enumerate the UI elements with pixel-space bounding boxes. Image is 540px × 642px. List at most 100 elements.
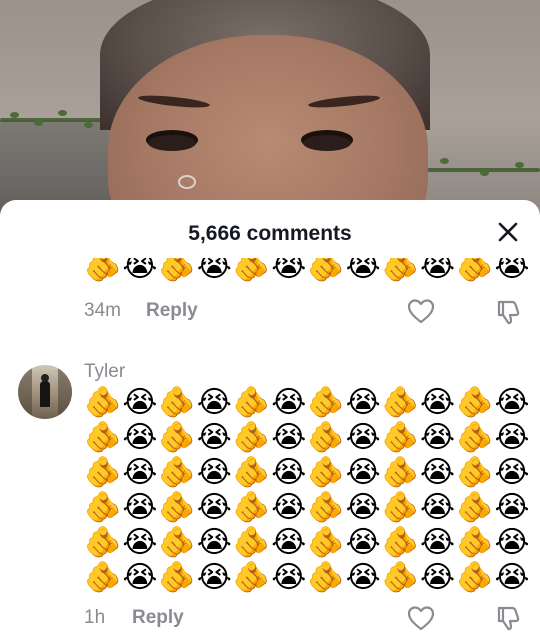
emoji: 🫵 bbox=[307, 455, 345, 490]
emoji: 😭 bbox=[420, 525, 456, 560]
comment-time: 1h bbox=[84, 607, 106, 628]
emoji: 🫵 bbox=[381, 385, 420, 420]
heart-outline-icon[interactable] bbox=[407, 605, 435, 631]
emoji: 🫵 bbox=[158, 455, 196, 490]
emoji: 🫵 bbox=[381, 560, 420, 595]
emoji: 😭 bbox=[196, 258, 232, 284]
emoji: 😭 bbox=[196, 420, 232, 455]
emoji: 🫵 bbox=[84, 490, 122, 525]
emoji: 🫵 bbox=[456, 560, 494, 595]
emoji: 😭 bbox=[122, 525, 158, 560]
emoji: 🫵 bbox=[456, 455, 494, 490]
emoji-row: 🫵 😭 🫵 😭 🫵 😭 🫵 😭 🫵 😭 🫵 😭 bbox=[84, 490, 530, 526]
emoji: 🫵 bbox=[84, 525, 122, 560]
emoji: 😭 bbox=[345, 560, 381, 595]
emoji: 😭 bbox=[122, 420, 158, 455]
emoji: 😭 bbox=[345, 525, 381, 560]
emoji: 🫵 bbox=[307, 560, 345, 595]
emoji: 🫵 bbox=[381, 490, 420, 525]
comment-text: 🫵 😭 🫵 😭 🫵 😭 🫵 😭 🫵 😭 🫵 😭 🫵 😭 🫵 😭 🫵 😭 🫵 😭 🫵 😭 🫵 😭 🫵 😭 🫵 😭 🫵 😭 🫵 😭 🫵 😭 🫵 😭 🫵 😭 🫵 😭… bbox=[84, 385, 530, 596]
emoji: 😭 bbox=[271, 490, 307, 525]
emoji: 😭 bbox=[196, 455, 232, 490]
emoji: 😭 bbox=[494, 490, 530, 525]
emoji: 🫵 bbox=[307, 258, 345, 284]
avatar[interactable] bbox=[18, 365, 72, 419]
emoji: 🫵 bbox=[307, 525, 345, 560]
emoji: 🫵 bbox=[232, 420, 271, 455]
emoji: 🫵 bbox=[158, 420, 196, 455]
emoji: 🫵 bbox=[232, 455, 271, 490]
comments-sheet: 5,666 comments 🫵 😭 🫵 😭 🫵 😭 🫵 😭 🫵 😭 🫵 😭 34m Reply bbox=[0, 200, 540, 642]
emoji: 😭 bbox=[494, 420, 530, 455]
emoji: 😭 bbox=[196, 560, 232, 595]
emoji: 😭 bbox=[345, 385, 381, 420]
emoji: 🫵 bbox=[158, 560, 196, 595]
emoji: 😭 bbox=[196, 490, 232, 525]
reply-button[interactable]: Reply bbox=[132, 607, 184, 629]
emoji: 🫵 bbox=[381, 420, 420, 455]
emoji: 🫵 bbox=[381, 258, 420, 284]
emoji: 😭 bbox=[271, 455, 307, 490]
emoji: 😭 bbox=[122, 455, 158, 490]
emoji: 🫵 bbox=[232, 560, 271, 595]
emoji: 😭 bbox=[494, 560, 530, 595]
emoji: 🫵 bbox=[307, 385, 345, 420]
emoji: 😭 bbox=[271, 560, 307, 595]
comment-meta: 1h Reply bbox=[84, 607, 184, 629]
emoji: 🫵 bbox=[232, 385, 271, 420]
emoji: 🫵 bbox=[158, 385, 196, 420]
emoji: 🫵 bbox=[232, 490, 271, 525]
emoji: 🫵 bbox=[158, 490, 196, 525]
emoji: 🫵 bbox=[456, 420, 494, 455]
emoji: 😭 bbox=[196, 385, 232, 420]
emoji: 🫵 bbox=[456, 525, 494, 560]
emoji: 😭 bbox=[345, 455, 381, 490]
emoji: 😭 bbox=[420, 560, 456, 595]
emoji: 🫵 bbox=[84, 258, 122, 284]
emoji: 😭 bbox=[271, 420, 307, 455]
emoji: 🫵 bbox=[84, 420, 122, 455]
emoji: 🫵 bbox=[307, 490, 345, 525]
emoji: 🫵 bbox=[381, 525, 420, 560]
emoji-row: 🫵 😭 🫵 😭 🫵 😭 🫵 😭 🫵 😭 🫵 😭 bbox=[84, 385, 530, 421]
emoji: 😭 bbox=[271, 525, 307, 560]
emoji: 😭 bbox=[271, 258, 307, 284]
close-icon[interactable] bbox=[492, 216, 524, 248]
emoji-row: 🫵 😭 🫵 😭 🫵 😭 🫵 😭 🫵 😭 🫵 😭 bbox=[84, 560, 530, 596]
emoji: 🫵 bbox=[232, 258, 271, 284]
emoji: 😭 bbox=[494, 385, 530, 420]
emoji: 😭 bbox=[420, 258, 456, 284]
emoji: 😭 bbox=[494, 455, 530, 490]
thumbs-down-outline-icon[interactable] bbox=[494, 298, 522, 326]
emoji: 😭 bbox=[420, 490, 456, 525]
emoji: 😭 bbox=[420, 420, 456, 455]
emoji: 🫵 bbox=[84, 560, 122, 595]
emoji: 🫵 bbox=[456, 385, 494, 420]
emoji: 😭 bbox=[196, 525, 232, 560]
reply-button[interactable]: Reply bbox=[146, 300, 198, 322]
emoji: 🫵 bbox=[158, 525, 196, 560]
emoji: 😭 bbox=[420, 385, 456, 420]
emoji: 😭 bbox=[345, 258, 381, 284]
emoji: 😭 bbox=[122, 560, 158, 595]
emoji: 😭 bbox=[420, 455, 456, 490]
emoji-row: 🫵 😭 🫵 😭 🫵 😭 🫵 😭 🫵 😭 🫵 😭 bbox=[84, 525, 530, 561]
thumbs-down-outline-icon[interactable] bbox=[494, 604, 522, 632]
comment-username[interactable]: Tyler bbox=[84, 361, 125, 383]
emoji-row: 🫵 😭 🫵 😭 🫵 😭 🫵 😭 🫵 😭 🫵 😭 bbox=[84, 455, 530, 491]
emoji: 🫵 bbox=[158, 258, 196, 284]
emoji: 🫵 bbox=[456, 258, 494, 284]
emoji: 🫵 bbox=[84, 385, 122, 420]
comment-time: 34m bbox=[84, 300, 121, 321]
emoji: 🫵 bbox=[232, 525, 271, 560]
emoji: 🫵 bbox=[84, 455, 122, 490]
emoji: 🫵 bbox=[307, 420, 345, 455]
comment-text: 🫵 😭 🫵 😭 🫵 😭 🫵 😭 🫵 😭 🫵 😭 bbox=[84, 258, 530, 284]
emoji: 🫵 bbox=[456, 490, 494, 525]
emoji: 😭 bbox=[494, 258, 530, 284]
comments-count-title: 5,666 comments bbox=[188, 222, 352, 245]
emoji: 😭 bbox=[345, 490, 381, 525]
heart-outline-icon[interactable] bbox=[407, 298, 435, 324]
emoji: 😭 bbox=[122, 385, 158, 420]
emoji: 😭 bbox=[122, 258, 158, 284]
